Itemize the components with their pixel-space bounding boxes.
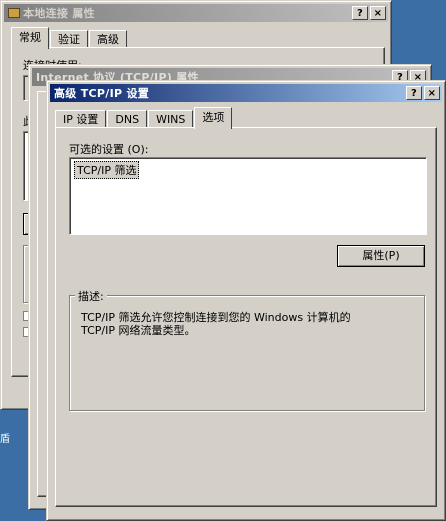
- tab-advanced[interactable]: 高级: [89, 30, 127, 48]
- properties-button[interactable]: 属性(P): [337, 245, 425, 267]
- desktop-icon-label: 盾: [0, 434, 10, 445]
- tab-options[interactable]: 选项: [194, 107, 233, 129]
- tab-dns[interactable]: DNS: [107, 110, 148, 128]
- window3-tabs: IP 设置 DNS WINS 选项: [55, 107, 233, 129]
- window3-title: 高级 TCP/IP 设置: [54, 87, 150, 100]
- tab-general[interactable]: 常规: [11, 27, 49, 49]
- network-icon: [8, 8, 20, 18]
- window1-tabs: 常规 验证 高级: [11, 27, 128, 49]
- desktop: { "window1": { "title": "本地连接 属性", "tabs…: [0, 0, 446, 521]
- window1-title: 本地连接 属性: [23, 7, 95, 20]
- window3-close-button[interactable]: ×: [424, 86, 440, 100]
- description-label: 描述:: [75, 288, 107, 304]
- optional-settings-list[interactable]: TCP/IP 筛选: [69, 157, 427, 235]
- window3-help-button[interactable]: ?: [406, 86, 422, 100]
- window1-titlebar[interactable]: 本地连接 属性 ? ×: [4, 4, 388, 22]
- description-line-2: TCP/IP 网络流量类型。: [81, 324, 196, 337]
- window1-help-button[interactable]: ?: [352, 6, 368, 20]
- window1-close-button[interactable]: ×: [370, 6, 386, 20]
- tab-authentication[interactable]: 验证: [50, 30, 88, 48]
- optional-settings-label: 可选的设置 (O):: [69, 143, 149, 156]
- list-item-label: TCP/IP 筛选: [77, 164, 137, 177]
- window3-titlebar[interactable]: 高级 TCP/IP 设置 ? ×: [50, 84, 442, 102]
- list-item-tcpip-filtering[interactable]: TCP/IP 筛选: [74, 161, 140, 179]
- tab-ip-settings[interactable]: IP 设置: [55, 110, 107, 128]
- tab-wins[interactable]: WINS: [148, 110, 194, 128]
- advanced-tcpip-settings-window: 高级 TCP/IP 设置 ? × IP 设置 DNS WINS 选项 可选的设置…: [46, 80, 446, 521]
